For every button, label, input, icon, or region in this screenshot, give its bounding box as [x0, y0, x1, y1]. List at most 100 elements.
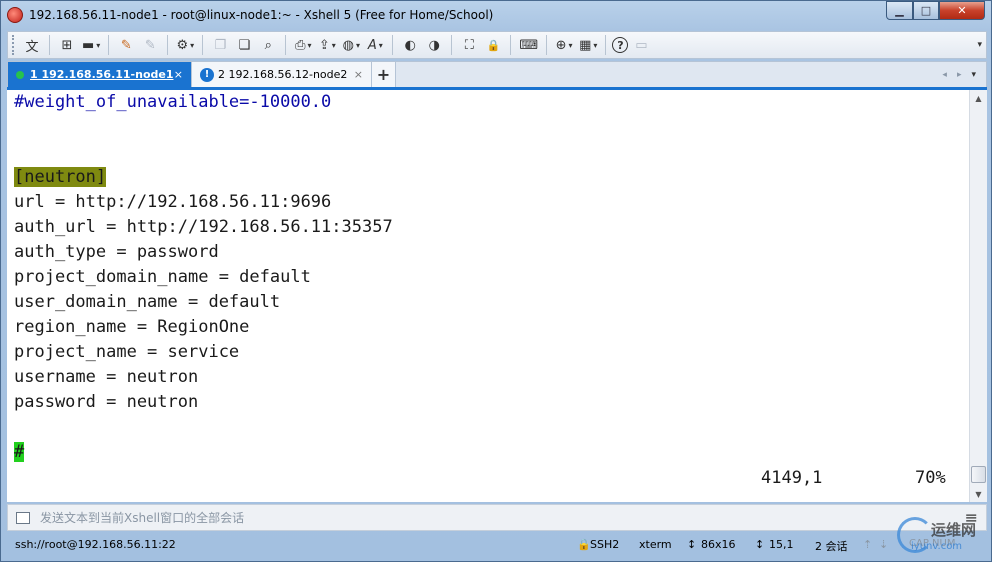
paste-icon[interactable]: ❏ [233, 34, 255, 56]
chat-icon[interactable]: ▭ [630, 34, 652, 56]
new-session-glyph: ⊞ [61, 37, 73, 53]
cursor-position: 4149,1 [761, 468, 823, 488]
compose-glyph: ⊕ [555, 37, 567, 53]
terminal-line: # [14, 440, 969, 465]
tab-node2[interactable]: ! 2 192.168.56.12-node2 × [192, 62, 372, 87]
layout-icon[interactable]: ▦ ▾ [577, 34, 599, 56]
xmanager-glyph: ◑ [428, 37, 440, 53]
line-text: #weight_of_unavailable=-10000.0 [14, 92, 332, 112]
toolbar-separator [108, 35, 110, 55]
toolbar-separator [451, 35, 453, 55]
terminal-line: region_name = RegionOne [14, 315, 969, 340]
fullscreen-icon[interactable]: ⛶ [458, 34, 480, 56]
help-glyph: ? [617, 38, 624, 52]
scroll-down-button[interactable]: ▼ [970, 486, 987, 502]
tab-node1[interactable]: 1 192.168.56.11-node1 × [8, 62, 192, 87]
terminal-line: auth_type = password [14, 240, 969, 265]
tab-close-button[interactable]: × [174, 68, 183, 81]
globe-icon[interactable]: ◍ ▾ [340, 34, 362, 56]
resize-icon: ↕ [687, 538, 697, 551]
section-header: [neutron] [14, 167, 107, 187]
layout-glyph: ▦ [579, 37, 592, 53]
close-button[interactable]: ✕ [939, 1, 985, 20]
cursor-icon: ↕ [755, 538, 765, 551]
xmanager-icon[interactable]: ◑ [423, 34, 445, 56]
chevron-down-icon: ▾ [307, 40, 312, 50]
reconnect-glyph: ✎ [120, 37, 132, 53]
session-properties-icon[interactable]: ⚙ ▾ [174, 34, 196, 56]
open-folder-icon[interactable]: ▬ ▾ [80, 34, 102, 56]
disconnect-glyph: ✎ [144, 37, 156, 53]
chevron-down-icon: ▾ [568, 40, 573, 50]
download-icon: ⇣ [879, 538, 889, 551]
help-icon[interactable]: ? [612, 37, 629, 53]
terminal-line: project_name = service [14, 340, 969, 365]
tab-prev-button[interactable]: ◂ [942, 70, 947, 80]
chat-glyph: ▭ [635, 37, 648, 53]
terminal-line: user_domain_name = default [14, 290, 969, 315]
chevron-down-icon: ▾ [96, 40, 101, 50]
chevron-down-icon: ▾ [593, 40, 598, 50]
toolbar-separator [285, 35, 287, 55]
toolbar: 文 ⊞ ▬ ▾ ✎ ✎ ⚙ ▾ ❐ ❏ ⌕ ⎙ ▾ ⇪ ▾ ◍ ▾ A ▾ ◐ ◑ ⛶ 🔒 … [7, 31, 987, 59]
scrollbar-thumb[interactable] [971, 466, 986, 483]
toolbar-separator [510, 35, 512, 55]
terminal-line: auth_url = http://192.168.56.11:35357 [14, 215, 969, 240]
globe-glyph: ◍ [342, 37, 354, 53]
terminal-size: 86x16 [701, 538, 736, 551]
terminal-line: password = neutron [14, 390, 969, 415]
cursor-position-status: 15,1 [769, 538, 794, 551]
keyboard-icon[interactable]: ⌨ [517, 34, 540, 56]
new-tab-button[interactable]: + [372, 62, 396, 87]
window-controls: ▁ □ ✕ [886, 1, 985, 20]
language-icon[interactable]: 文 [21, 34, 43, 56]
xftp-glyph: ◐ [404, 37, 416, 53]
find-icon[interactable]: ⌕ [257, 34, 279, 56]
disconnect-icon[interactable]: ✎ [139, 34, 161, 56]
compose-input[interactable]: 发送文本到当前Xshell窗口的全部会话 [40, 509, 244, 526]
minimize-button[interactable]: ▁ [886, 1, 913, 20]
line-text: auth_url = http://192.168.56.11:35357 [14, 217, 393, 237]
toolbar-overflow-button[interactable]: ▾ [977, 40, 982, 50]
watermark-domain: iyunv.com [911, 541, 963, 552]
terminal-view[interactable]: #weight_of_unavailable=-10000.0 [neutron… [7, 90, 969, 502]
print-icon[interactable]: ⎙ ▾ [292, 34, 314, 56]
open-folder-glyph: ▬ [82, 37, 95, 53]
terminal-cursor: # [14, 442, 25, 462]
tab-next-button[interactable]: ▸ [957, 70, 962, 80]
vertical-scrollbar[interactable]: ▲ ▼ [969, 90, 987, 502]
line-text: region_name = RegionOne [14, 317, 250, 337]
transfer-icon[interactable]: ⇪ ▾ [316, 34, 338, 56]
line-text: username = neutron [14, 367, 199, 387]
lock-icon[interactable]: 🔒 [482, 34, 504, 56]
tab-menu-button[interactable]: ▾ [971, 70, 976, 80]
properties-glyph: ⚙ [176, 37, 189, 53]
terminal-line: username = neutron [14, 365, 969, 390]
toolbar-grip[interactable] [12, 35, 15, 55]
lock-icon: 🔒 [577, 538, 591, 551]
lock-glyph: 🔒 [486, 38, 501, 52]
compose-icon[interactable]: ⊕ ▾ [553, 34, 575, 56]
transfer-glyph: ⇪ [318, 37, 330, 53]
xftp-icon[interactable]: ◐ [399, 34, 421, 56]
terminal-line: url = http://192.168.56.11:9696 [14, 190, 969, 215]
new-session-icon[interactable]: ⊞ [56, 34, 78, 56]
protocol-label: SSH2 [590, 538, 620, 551]
vim-status-line: 4149,1 70% [7, 466, 969, 491]
terminal-type: xterm [639, 538, 672, 551]
font-icon[interactable]: A ▾ [364, 34, 386, 56]
compose-checkbox-icon[interactable] [16, 511, 30, 524]
connection-address: ssh://root@192.168.56.11:22 [15, 538, 176, 551]
xshell-logo-icon [7, 7, 23, 23]
toolbar-separator [392, 35, 394, 55]
maximize-button[interactable]: □ [913, 1, 939, 20]
tab-close-button[interactable]: × [354, 68, 363, 81]
title-bar[interactable]: 192.168.56.11-node1 - root@linux-node1:~… [1, 1, 991, 29]
site-watermark: 运维网 iyunv.com [897, 517, 989, 561]
language-glyph: 文 [25, 39, 39, 55]
copy-icon[interactable]: ❐ [209, 34, 231, 56]
reconnect-icon[interactable]: ✎ [115, 34, 137, 56]
session-count: 2 会话 [815, 540, 848, 553]
scroll-up-button[interactable]: ▲ [970, 90, 987, 106]
